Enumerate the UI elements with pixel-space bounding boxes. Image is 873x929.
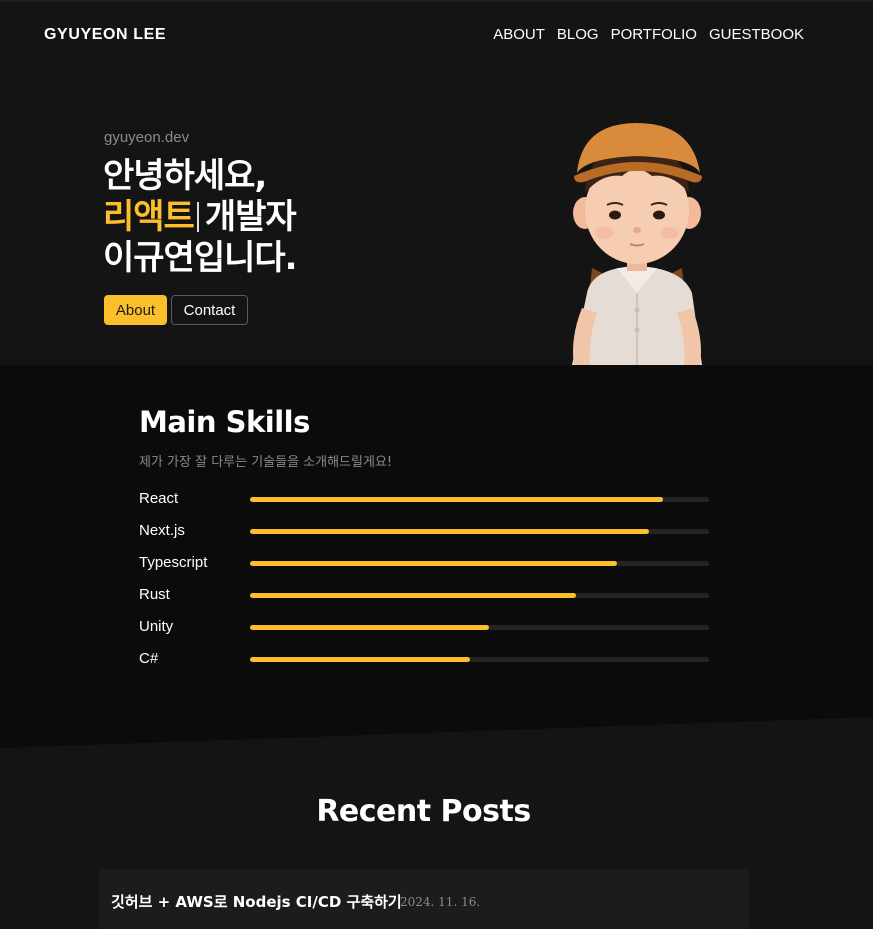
skill-name: Typescript	[139, 554, 208, 571]
skill-row-react: React	[139, 490, 709, 510]
avatar-illustration	[572, 123, 702, 365]
skill-name: C#	[139, 650, 159, 667]
post-date: 2024. 11. 16.	[400, 895, 481, 909]
skill-bar-fill	[250, 657, 471, 662]
skill-bar-fill	[250, 625, 489, 630]
skill-row-csharp: C#	[139, 650, 709, 670]
skill-name: React	[139, 490, 179, 507]
skills-subtitle: 제가 가장 잘 다루는 기술들을 소개해드릴게요!	[139, 455, 393, 470]
nav-about[interactable]: ABOUT	[493, 26, 545, 43]
skill-bar-track	[250, 657, 709, 662]
skill-name: Unity	[139, 618, 174, 635]
skill-bar-fill	[250, 593, 576, 598]
hero-section: gyuyeon.dev 안녕하세요, 리액트 개발자 이규연입니다. About …	[0, 66, 873, 365]
contact-button[interactable]: Contact	[171, 295, 248, 325]
site-domain: gyuyeon.dev	[104, 129, 190, 146]
skill-bar-track	[250, 497, 709, 502]
site-logo[interactable]: GYUYEON LEE	[44, 26, 166, 44]
skill-row-unity: Unity	[139, 618, 709, 638]
skill-row-rust: Rust	[139, 586, 709, 606]
recent-posts-title: Recent Posts	[316, 794, 531, 829]
post-card[interactable]: 깃허브 + AWS로 Nodejs CI/CD 구축하기 2024. 11. 1…	[99, 869, 749, 929]
skills-title: Main Skills	[139, 405, 310, 439]
hero-headline: 안녕하세요, 리액트 개발자 이규연입니다.	[103, 156, 298, 279]
skill-bar-fill	[250, 497, 664, 502]
name-line: 이규연입니다.	[103, 238, 298, 278]
site-header: GYUYEON LEE ABOUT BLOG PORTFOLIO GUESTBO…	[0, 0, 873, 66]
role-accent: 리액트	[103, 197, 195, 237]
skill-bar-fill	[250, 561, 618, 566]
skills-section: Main Skills 제가 가장 잘 다루는 기술들을 소개해드릴게요! Re…	[0, 365, 873, 748]
typing-cursor	[196, 202, 199, 232]
greeting-line: 안녕하세요,	[103, 156, 267, 196]
skill-bar-track	[250, 625, 709, 630]
skill-row-typescript: Typescript	[139, 554, 709, 574]
nav-blog[interactable]: BLOG	[557, 26, 599, 43]
skill-bar-track	[250, 593, 709, 598]
nav-guestbook[interactable]: GUESTBOOK	[709, 26, 804, 43]
main-nav: ABOUT BLOG PORTFOLIO GUESTBOOK	[493, 26, 804, 43]
role-suffix: 개발자	[204, 197, 297, 237]
skill-bar-fill	[250, 529, 650, 534]
about-button[interactable]: About	[104, 295, 167, 325]
skill-name: Rust	[139, 586, 170, 603]
skill-bar-track	[250, 561, 709, 566]
nav-portfolio[interactable]: PORTFOLIO	[611, 26, 697, 43]
skill-bar-track	[250, 529, 709, 534]
skill-name: Next.js	[139, 522, 185, 539]
post-title[interactable]: 깃허브 + AWS로 Nodejs CI/CD 구축하기	[111, 891, 402, 912]
skill-row-nextjs: Next.js	[139, 522, 709, 542]
